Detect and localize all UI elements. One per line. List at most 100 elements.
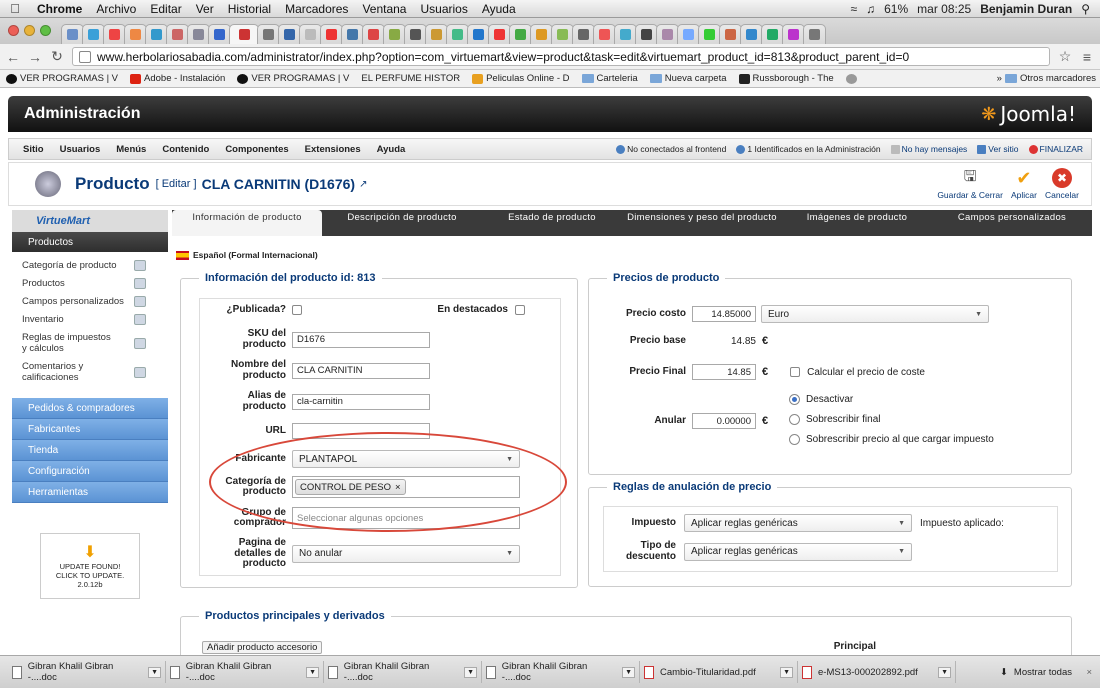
sidebar-group-fabricantes[interactable]: Fabricantes (12, 419, 168, 440)
menu-icon[interactable]: ≡ (1080, 49, 1094, 65)
tab-informacion[interactable]: Información de producto (172, 210, 322, 236)
tab-campos[interactable]: Campos personalizados (932, 210, 1092, 236)
menu-usuarios[interactable]: Usuarios (52, 144, 109, 155)
category-multiselect[interactable]: CONTROL DE PESO × (292, 476, 520, 498)
browser-tab[interactable] (103, 24, 126, 44)
tab-estado[interactable]: Estado de producto (482, 210, 622, 236)
browser-tab[interactable] (208, 24, 231, 44)
download-item[interactable]: Cambio-Titularidad.pdf ▼ (640, 661, 798, 683)
browser-tab[interactable] (425, 24, 448, 44)
published-checkbox[interactable] (292, 305, 302, 316)
radio-desactivar-input[interactable] (789, 394, 800, 405)
menu-ventana[interactable]: Ventana (355, 2, 413, 16)
star-icon[interactable]: ☆ (1058, 48, 1072, 65)
external-link-icon[interactable]: ↗ (359, 179, 367, 190)
sidebar-item-inventario[interactable]: Inventario (22, 314, 168, 325)
bookmark[interactable]: VER PROGRAMAS | V (6, 73, 118, 84)
close-downloads-icon[interactable]: × (1086, 667, 1092, 678)
featured-checkbox[interactable] (515, 305, 525, 316)
apply-button[interactable]: ✔ Aplicar (1011, 168, 1037, 201)
sidebar-group-tienda[interactable]: Tienda (12, 440, 168, 461)
radio-desactivar[interactable]: Desactivar (789, 394, 853, 405)
browser-tab[interactable] (229, 24, 259, 44)
shopper-group-input[interactable]: Seleccionar algunas opciones (292, 507, 520, 529)
forward-icon[interactable]: → (28, 49, 42, 65)
other-bookmarks[interactable]: » Otros marcadores (997, 73, 1096, 84)
manufacturer-select[interactable]: PLANTAPOL ▼ (292, 450, 520, 468)
browser-tab[interactable] (698, 24, 721, 44)
download-item[interactable]: Gibran Khalil Gibran -....doc ▼ (166, 661, 324, 683)
battery-percent[interactable]: 61% (884, 2, 908, 16)
cost-input[interactable]: 14.85000 (692, 306, 756, 322)
radio-sobrescribir-impuesto[interactable]: Sobrescribir precio al que cargar impues… (789, 434, 994, 445)
show-all-downloads[interactable]: ⬇ Mostrar todas (1000, 667, 1072, 678)
download-item[interactable]: Gibran Khalil Gibran -....doc ▼ (324, 661, 482, 683)
menu-contenido[interactable]: Contenido (154, 144, 217, 155)
menu-ayuda[interactable]: Ayuda (475, 2, 523, 16)
browser-tab[interactable] (509, 24, 532, 44)
final-input[interactable]: 14.85 (692, 364, 756, 380)
browser-tab[interactable] (404, 24, 427, 44)
browser-tab[interactable] (187, 24, 210, 44)
calc-cost-checkbox[interactable] (790, 367, 801, 377)
browser-tab[interactable] (740, 24, 763, 44)
bookmark-folder[interactable]: Nueva carpeta (649, 73, 727, 84)
download-item[interactable]: e-MS13-000202892.pdf ▼ (798, 661, 956, 683)
browser-tab[interactable] (299, 24, 322, 44)
detail-page-select[interactable]: No anular ▼ (292, 544, 520, 563)
cancel-button[interactable]: ✖ Cancelar (1045, 168, 1079, 200)
browser-tab[interactable] (551, 24, 574, 44)
tax-select[interactable]: Aplicar reglas genéricas ▼ (684, 514, 912, 532)
chevron-down-icon[interactable]: ▼ (464, 666, 477, 678)
menu-sitio[interactable]: Sitio (15, 144, 52, 155)
name-input[interactable]: CLA CARNITIN (292, 362, 430, 379)
apple-icon[interactable]:  (0, 1, 30, 16)
browser-tab[interactable] (761, 24, 784, 44)
bookmark[interactable]: Adobe - Instalación (130, 73, 225, 84)
browser-tab[interactable] (656, 24, 679, 44)
browser-tab[interactable] (61, 24, 84, 44)
browser-tab[interactable] (257, 24, 280, 44)
chevron-down-icon[interactable]: ▼ (938, 666, 951, 678)
menu-menus[interactable]: Menús (108, 144, 154, 155)
url-input[interactable] (292, 423, 430, 439)
sidebar-group-configuracion[interactable]: Configuración (12, 461, 168, 482)
chevron-down-icon[interactable]: ▼ (622, 666, 635, 678)
bookmark[interactable] (845, 73, 857, 84)
sidebar-item-categoria[interactable]: Categoría de producto (22, 260, 168, 271)
menu-marcadores[interactable]: Marcadores (278, 2, 355, 16)
app-menu[interactable]: Chrome (30, 2, 89, 16)
browser-tab[interactable] (82, 24, 105, 44)
radio-sobrescribir-final-input[interactable] (789, 414, 800, 425)
browser-tab[interactable] (145, 24, 168, 44)
menu-componentes[interactable]: Componentes (217, 144, 296, 155)
bookmark[interactable]: Russborough - The (738, 73, 834, 84)
browser-tab[interactable] (124, 24, 147, 44)
browser-tab[interactable] (719, 24, 742, 44)
bookmark[interactable]: EL PERFUME HISTOR (361, 73, 460, 84)
sidebar-group-pedidos[interactable]: Pedidos & compradores (12, 398, 168, 419)
minimize-window-icon[interactable] (24, 25, 35, 36)
chevron-down-icon[interactable]: ▼ (780, 666, 793, 678)
discount-select[interactable]: Aplicar reglas genéricas ▼ (684, 542, 912, 561)
browser-tab[interactable] (383, 24, 406, 44)
chevron-down-icon[interactable]: ▼ (148, 666, 161, 678)
menu-extensiones[interactable]: Extensiones (297, 144, 369, 155)
sidebar-item-productos[interactable]: Productos (22, 278, 168, 289)
browser-tab[interactable] (572, 24, 595, 44)
sidebar-item-campos[interactable]: Campos personalizados (22, 296, 168, 307)
volume-icon[interactable]: ♫ (866, 2, 875, 16)
browser-tab[interactable] (166, 24, 189, 44)
browser-tab[interactable] (593, 24, 616, 44)
menu-archivo[interactable]: Archivo (89, 2, 143, 16)
browser-tab[interactable] (614, 24, 637, 44)
logout-link[interactable]: FINALIZAR (1028, 144, 1083, 155)
browser-tab[interactable] (320, 24, 343, 44)
browser-tab[interactable] (467, 24, 490, 44)
sidebar-item-reglas[interactable]: Reglas de impuestos y cálculos (22, 332, 168, 354)
browser-tab[interactable] (446, 24, 469, 44)
browser-tab[interactable] (362, 24, 385, 44)
save-close-button[interactable]: 🖫 Guardar & Cerrar (937, 168, 1003, 201)
browser-tab[interactable] (782, 24, 805, 44)
add-accessory-button[interactable]: Añadir producto accesorio (202, 641, 323, 654)
